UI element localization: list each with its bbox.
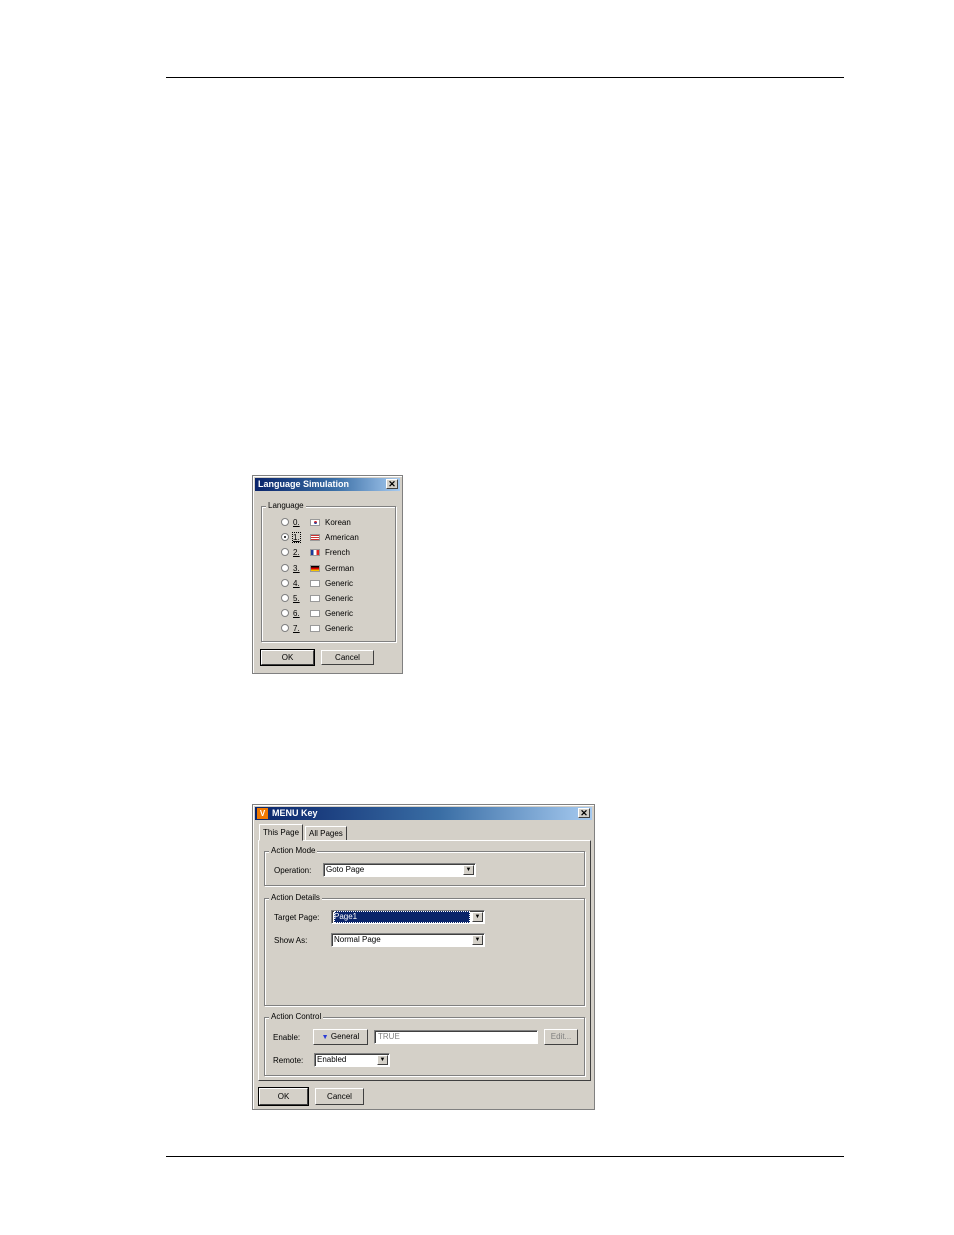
title-bar: Language Simulation ✕ xyxy=(255,478,400,491)
option-number: 7. xyxy=(293,624,300,634)
radio-button[interactable] xyxy=(281,548,289,557)
chevron-down-icon[interactable]: ▼ xyxy=(472,935,483,945)
option-number: 5. xyxy=(293,594,300,603)
remote-value: Enabled xyxy=(317,1055,347,1064)
enable-condition-field[interactable]: TRUE xyxy=(374,1030,538,1044)
target-page-value: Page1 xyxy=(334,911,470,923)
target-page-select[interactable]: Page1 ▼ xyxy=(331,910,485,924)
remote-select[interactable]: Enabled ▼ xyxy=(314,1053,390,1067)
general-button[interactable]: ▼ General xyxy=(313,1029,368,1045)
tab-this-page[interactable]: This Page xyxy=(259,824,304,841)
ok-button[interactable]: OK xyxy=(260,649,315,666)
language-name: German xyxy=(325,563,354,573)
language-option[interactable]: 5. Generic xyxy=(281,593,391,605)
tab-all-pages[interactable]: All Pages xyxy=(305,826,347,841)
chevron-down-icon[interactable]: ▼ xyxy=(377,1055,388,1065)
cancel-button[interactable]: Cancel xyxy=(315,1088,364,1105)
option-number: 6. xyxy=(293,609,300,619)
language-name: Generic xyxy=(325,609,354,619)
cancel-button[interactable]: Cancel xyxy=(321,650,374,665)
action-mode-group: Action Mode Operation: Goto Page ▼ xyxy=(264,846,585,886)
chevron-down-icon[interactable]: ▼ xyxy=(463,865,474,875)
triangle-down-icon: ▼ xyxy=(321,1034,329,1041)
option-number: 1. xyxy=(292,532,301,544)
language-name: American xyxy=(325,533,359,543)
dialog-title: Language Simulation xyxy=(258,479,350,489)
language-simulation-dialog: Language Simulation ✕ Language 0. Korean 1… xyxy=(252,475,403,674)
blank-flag-icon xyxy=(310,579,320,587)
france-flag-icon xyxy=(310,549,320,557)
radio-button[interactable] xyxy=(281,518,289,526)
close-button[interactable]: ✕ xyxy=(386,479,398,489)
app-logo-icon: V xyxy=(257,808,268,819)
ok-button[interactable]: OK xyxy=(258,1087,309,1106)
blank-flag-icon xyxy=(310,595,320,602)
operation-label: Operation: xyxy=(274,866,312,875)
operation-select[interactable]: Goto Page ▼ xyxy=(323,863,476,877)
language-option[interactable]: 7. Generic xyxy=(281,623,391,635)
header-rule xyxy=(166,77,844,78)
language-option[interactable]: 6. Generic xyxy=(281,608,391,620)
option-number: 3. xyxy=(293,563,300,573)
option-number: 2. xyxy=(293,548,300,558)
general-label: General xyxy=(330,1032,360,1041)
korea-flag-emblem xyxy=(314,521,317,524)
operation-value: Goto Page xyxy=(326,865,365,874)
language-option[interactable]: 1. American xyxy=(281,532,391,544)
language-name: French xyxy=(325,548,350,558)
close-button[interactable]: ✕ xyxy=(578,808,590,818)
action-details-group: Action Details Target Page: Page1 ▼ Show… xyxy=(264,893,585,1006)
target-page-label: Target Page: xyxy=(274,913,320,922)
radio-button[interactable] xyxy=(281,563,289,572)
action-details-label: Action Details xyxy=(269,893,322,902)
close-icon[interactable]: ✕ xyxy=(580,808,588,818)
dialog-title: MENU Key xyxy=(272,808,318,818)
remote-label: Remote: xyxy=(273,1056,304,1065)
option-number: 0. xyxy=(293,518,300,527)
footer-rule xyxy=(166,1156,844,1157)
language-group: Language 0. Korean 1. American 2. French 3. Ger… xyxy=(261,501,396,642)
language-option[interactable]: 3. German xyxy=(281,563,391,575)
action-control-group: Action Control Enable: ▼ General TRUE Ed… xyxy=(264,1012,585,1076)
show-as-value: Normal Page xyxy=(334,935,381,944)
language-option[interactable]: 2. French xyxy=(281,547,391,559)
korea-flag-icon xyxy=(310,519,320,526)
chevron-down-icon[interactable]: ▼ xyxy=(472,912,483,922)
show-as-select[interactable]: Normal Page ▼ xyxy=(331,933,485,947)
language-name: Generic xyxy=(325,594,354,603)
radio-button[interactable] xyxy=(281,533,289,542)
language-name: Korean xyxy=(325,518,351,527)
blank-flag-icon xyxy=(310,610,320,618)
show-as-label: Show As: xyxy=(274,936,308,945)
language-name: Generic xyxy=(325,624,354,634)
germany-flag-icon xyxy=(310,564,320,572)
title-bar: V MENU Key ✕ xyxy=(255,807,592,820)
blank-flag-icon xyxy=(310,625,320,633)
radio-button[interactable] xyxy=(281,578,289,587)
menu-key-dialog: V MENU Key ✕ This Page All Pages Action … xyxy=(252,804,595,1110)
language-option[interactable]: 0. Korean xyxy=(281,517,391,529)
enable-label: Enable: xyxy=(273,1033,301,1042)
edit-button[interactable]: Edit... xyxy=(544,1029,578,1045)
option-number: 4. xyxy=(293,578,300,588)
language-name: Generic xyxy=(325,578,354,588)
tab-panel: Action Mode Operation: Goto Page ▼ Actio… xyxy=(258,840,591,1081)
action-mode-label: Action Mode xyxy=(269,846,318,855)
close-icon[interactable]: ✕ xyxy=(388,479,396,489)
language-option[interactable]: 4. Generic xyxy=(281,578,391,590)
radio-button[interactable] xyxy=(281,594,289,602)
language-group-label: Language xyxy=(266,501,306,510)
action-control-label: Action Control xyxy=(269,1012,324,1021)
radio-button[interactable] xyxy=(281,624,289,633)
usa-flag-icon xyxy=(310,534,320,542)
radio-button[interactable] xyxy=(281,609,289,618)
